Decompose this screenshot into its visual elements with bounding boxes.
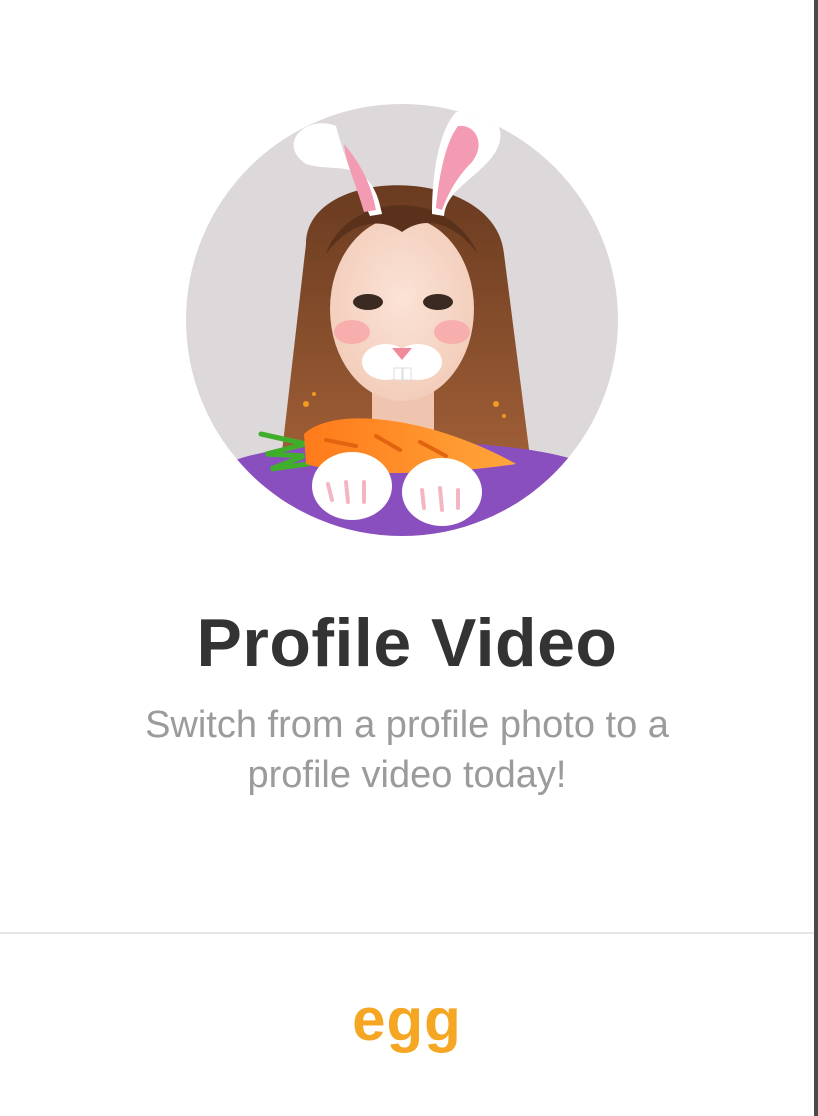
profile-avatar-image <box>186 104 618 536</box>
promo-description: Switch from a profile photo to a profile… <box>145 704 669 796</box>
footer-divider <box>0 932 814 934</box>
profile-video-promo-screen: Profile Video Switch from a profile phot… <box>0 0 818 1116</box>
page-title: Profile Video <box>196 605 618 681</box>
window-edge-divider <box>814 0 818 1116</box>
bunny-filter-illustration <box>186 104 618 536</box>
egg-logo: egg <box>352 986 462 1053</box>
